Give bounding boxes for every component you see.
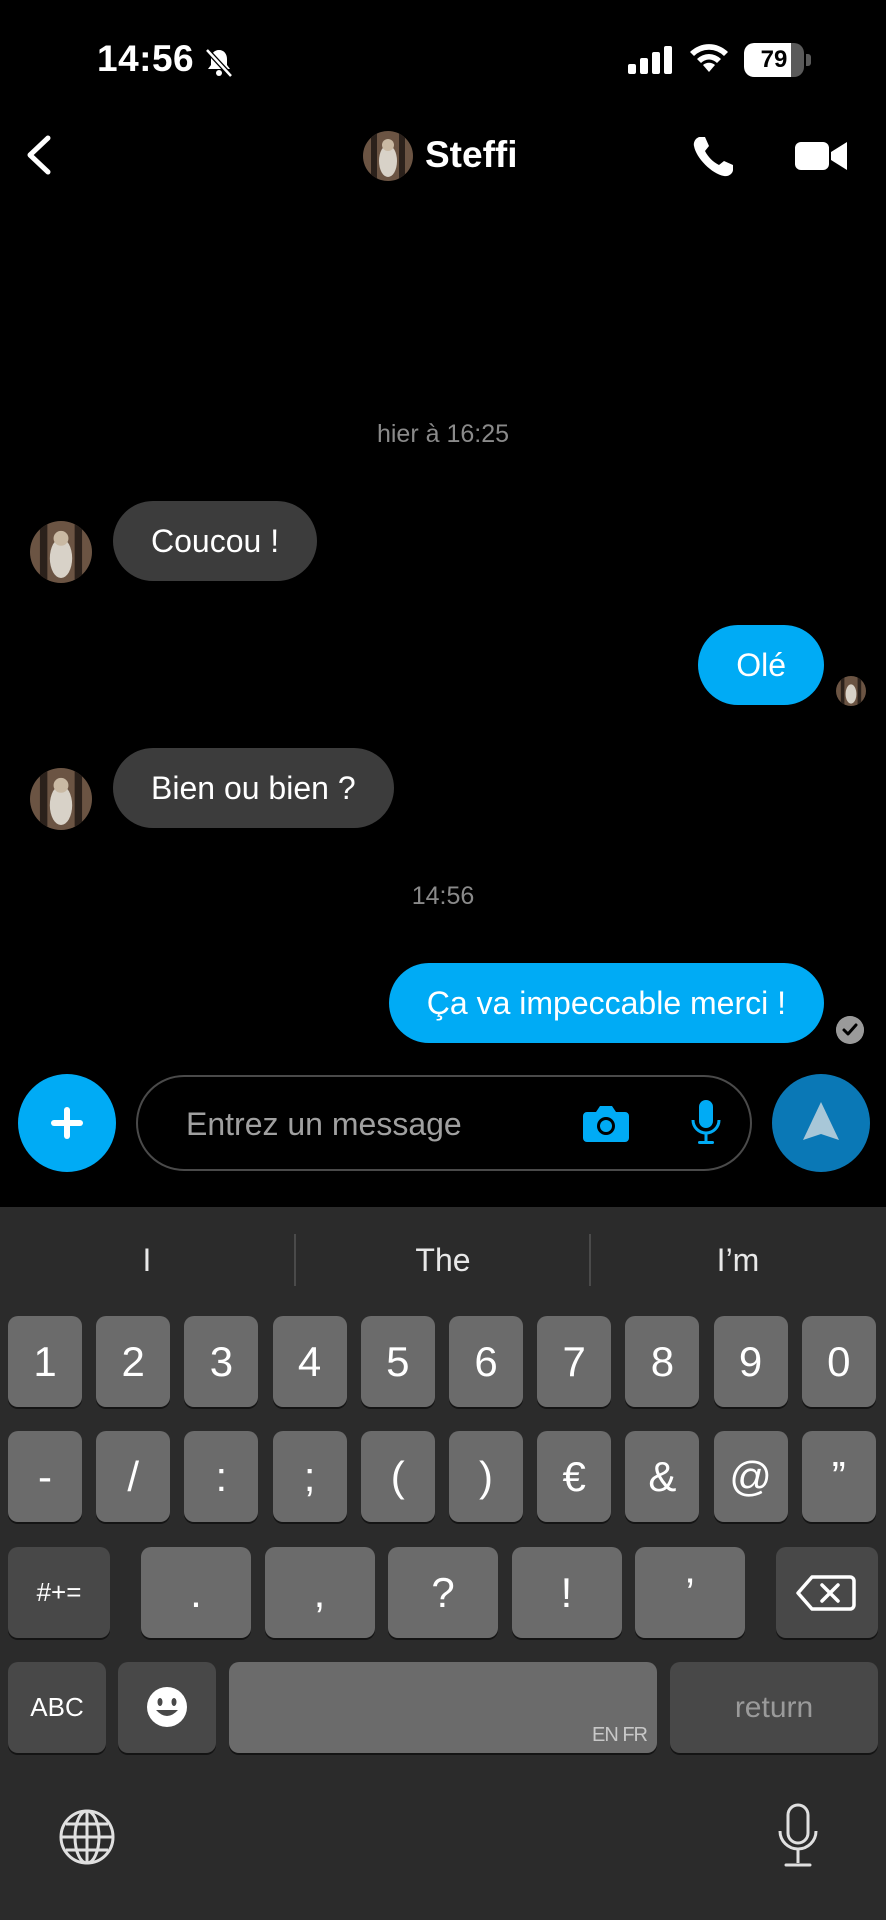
return-key[interactable]: return (670, 1662, 878, 1753)
number-key[interactable]: 7 (537, 1316, 612, 1407)
mic-icon[interactable] (690, 1100, 722, 1146)
symbol-key[interactable]: ” (801, 1431, 876, 1522)
signal-icon (628, 46, 672, 74)
sender-avatar[interactable] (30, 768, 92, 830)
battery-indicator: 79 (744, 43, 812, 77)
punctuation-key[interactable]: ’ (635, 1547, 745, 1638)
suggestion[interactable]: I (0, 1207, 294, 1313)
timestamp: 14:56 (411, 882, 475, 910)
symbol-key[interactable]: ( (360, 1431, 435, 1522)
delete-icon (796, 1575, 856, 1611)
symbol-key[interactable]: : (184, 1431, 259, 1522)
sender-avatar[interactable] (30, 521, 92, 583)
battery-level: 79 (760, 46, 788, 73)
number-key[interactable]: 1 (8, 1316, 82, 1407)
read-check-icon (836, 1016, 864, 1044)
wifi-icon (690, 44, 728, 72)
number-key[interactable]: 8 (625, 1316, 700, 1407)
outgoing-message[interactable]: Olé (698, 625, 824, 705)
symbol-key[interactable]: / (96, 1431, 171, 1522)
bell-slash-icon (205, 48, 233, 78)
incoming-message[interactable]: Bien ou bien ? (113, 748, 394, 828)
abc-key[interactable]: ABC (8, 1662, 106, 1753)
emoji-key[interactable] (118, 1662, 216, 1753)
symbol-key[interactable]: & (625, 1431, 700, 1522)
space-languages: EN FR (592, 1724, 648, 1746)
suggestion[interactable]: The (296, 1207, 590, 1313)
phone-icon[interactable] (690, 134, 736, 180)
symbol-key[interactable]: € (537, 1431, 612, 1522)
symbols-toggle-key[interactable]: #+= (8, 1547, 110, 1638)
video-icon[interactable] (795, 138, 847, 174)
message-field[interactable] (136, 1075, 752, 1171)
symbol-key[interactable]: ; (272, 1431, 347, 1522)
incoming-message[interactable]: Coucou ! (113, 501, 318, 581)
punctuation-key[interactable]: , (264, 1547, 375, 1638)
add-attachment-button[interactable] (18, 1074, 116, 1172)
symbol-key[interactable]: @ (713, 1431, 788, 1522)
emoji-icon (147, 1687, 187, 1727)
globe-icon[interactable] (58, 1808, 116, 1866)
number-key[interactable]: 6 (449, 1316, 523, 1407)
seen-avatar (836, 676, 866, 706)
send-button[interactable] (772, 1074, 870, 1172)
number-key[interactable]: 4 (272, 1316, 347, 1407)
contact-name[interactable]: Steffi (425, 134, 518, 176)
number-key[interactable]: 3 (184, 1316, 259, 1407)
suggestion[interactable]: I’m (591, 1207, 885, 1313)
camera-icon[interactable] (583, 1104, 629, 1142)
status-time: 14:56 (97, 38, 195, 79)
number-key[interactable]: 0 (801, 1316, 876, 1407)
punctuation-key[interactable]: . (141, 1547, 251, 1638)
symbol-key[interactable]: ) (449, 1431, 523, 1522)
punctuation-key[interactable]: ? (388, 1547, 498, 1638)
contact-avatar[interactable] (363, 131, 413, 181)
message-input[interactable] (184, 1077, 548, 1171)
send-icon (803, 1102, 839, 1140)
timestamp: hier à 16:25 (376, 420, 510, 448)
delete-key[interactable] (776, 1547, 878, 1638)
symbol-key[interactable]: - (8, 1431, 82, 1522)
outgoing-message[interactable]: Ça va impeccable merci ! (388, 963, 824, 1043)
number-key[interactable]: 9 (713, 1316, 788, 1407)
back-icon[interactable] (20, 130, 60, 180)
space-key[interactable]: EN FR (229, 1662, 657, 1753)
punctuation-key[interactable]: ! (511, 1547, 622, 1638)
number-key[interactable]: 5 (360, 1316, 435, 1407)
dictation-mic-icon[interactable] (776, 1803, 820, 1869)
plus-icon (51, 1107, 83, 1139)
number-key[interactable]: 2 (96, 1316, 171, 1407)
